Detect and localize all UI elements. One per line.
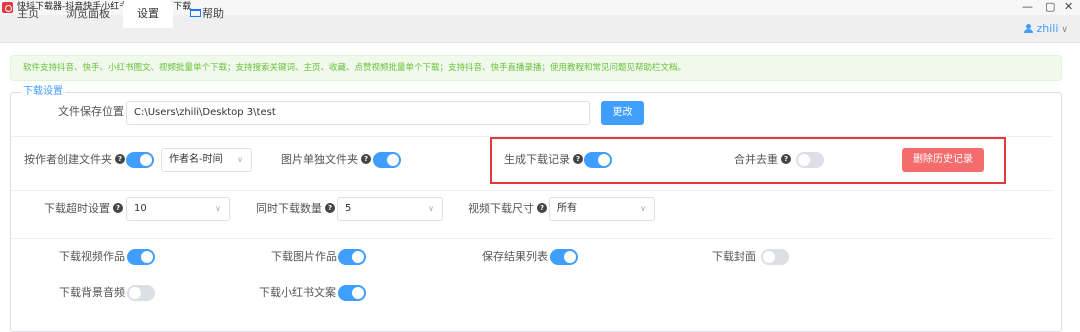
tab-help[interactable]: 帮助 [185, 0, 229, 28]
image-works-label: 下载图片作品 [271, 250, 337, 263]
tab-home[interactable]: 主页 [8, 0, 48, 28]
tab-settings[interactable]: 设置 [123, 0, 173, 28]
chevron-down-icon: ∨ [640, 204, 646, 213]
image-works-switch[interactable] [338, 249, 366, 265]
help-icon[interactable]: ? [325, 203, 335, 213]
user-menu[interactable]: zhili ∨ [1024, 15, 1068, 43]
gen-record-label: 生成下载记录? [504, 152, 583, 168]
author-folder-label: 按作者创建文件夹? [24, 152, 125, 168]
author-folder-label-text: 按作者创建文件夹 [24, 153, 112, 166]
video-size-label-text: 视频下载尺寸 [468, 202, 534, 215]
cover-switch[interactable] [761, 249, 789, 265]
concurrent-select-value: 5 [345, 203, 352, 214]
timeout-select[interactable]: 10 ∨ [126, 197, 230, 221]
xhs-text-switch[interactable] [338, 285, 366, 301]
gen-record-switch[interactable] [584, 152, 612, 168]
save-list-label: 保存结果列表 [482, 250, 548, 263]
video-size-select[interactable]: 所有 ∨ [549, 197, 655, 221]
help-icon[interactable]: ? [113, 203, 123, 213]
folder-name-select[interactable]: 作者名-时间 ∨ [161, 148, 252, 172]
help-icon[interactable]: ? [115, 154, 125, 164]
divider [11, 190, 1053, 191]
close-icon[interactable]: ✕ [1064, 1, 1073, 13]
video-size-label: 视频下载尺寸? [468, 201, 547, 217]
dedupe-label-text: 合并去重 [734, 153, 778, 166]
bg-audio-label: 下载背景音频 [59, 286, 125, 299]
dedupe-switch[interactable] [796, 152, 824, 168]
maximize-icon[interactable]: ▢ [1045, 1, 1055, 13]
video-works-switch[interactable] [127, 249, 155, 265]
tab-browse-panel[interactable]: 浏览面板 [58, 0, 118, 28]
concurrent-select[interactable]: 5 ∨ [337, 197, 443, 221]
user-icon [1024, 23, 1034, 33]
video-works-label: 下载视频作品 [59, 250, 125, 263]
book-icon [190, 9, 201, 17]
help-icon[interactable]: ? [573, 154, 583, 164]
change-path-button[interactable]: 更改 [601, 101, 644, 125]
section-title: 下载设置 [21, 86, 65, 98]
timeout-select-value: 10 [134, 203, 147, 214]
delete-history-button[interactable]: 删除历史记录 [902, 148, 984, 172]
gen-record-label-text: 生成下载记录 [504, 153, 570, 166]
image-folder-label-text: 图片单独文件夹 [281, 153, 358, 166]
help-icon[interactable]: ? [361, 154, 371, 164]
save-list-switch[interactable] [550, 249, 578, 265]
user-name: zhili [1036, 22, 1059, 35]
dedupe-label: 合并去重? [734, 152, 791, 168]
timeout-label: 下载超时设置? [44, 201, 123, 217]
chevron-down-icon: ∨ [1061, 25, 1068, 35]
image-folder-switch[interactable] [373, 152, 401, 168]
timeout-label-text: 下载超时设置 [44, 202, 110, 215]
divider [11, 238, 1053, 239]
author-folder-switch[interactable] [126, 152, 154, 168]
help-icon[interactable]: ? [537, 203, 547, 213]
concurrent-label: 同时下载数量? [256, 201, 335, 217]
bg-audio-switch[interactable] [127, 285, 155, 301]
help-icon[interactable]: ? [781, 154, 791, 164]
chevron-down-icon: ∨ [237, 155, 243, 164]
chevron-down-icon: ∨ [428, 204, 434, 213]
concurrent-label-text: 同时下载数量 [256, 202, 322, 215]
minimize-icon[interactable]: — [1022, 1, 1033, 13]
save-path-label: 文件保存位置 [58, 105, 124, 118]
folder-name-select-value: 作者名-时间 [169, 154, 223, 165]
save-path-input[interactable]: C:\Users\zhili\Desktop 3\test [126, 101, 590, 125]
chevron-down-icon: ∨ [215, 204, 221, 213]
tab-help-label: 帮助 [202, 7, 224, 20]
video-size-select-value: 所有 [557, 203, 577, 214]
notice-banner: 软件支持抖音、快手、小红书图文、视频批量单个下载；支持搜索关键词、主页、收藏、点… [10, 55, 1062, 81]
cover-label: 下载封面 [712, 250, 756, 263]
xhs-text-label: 下载小红书文案 [259, 286, 336, 299]
image-folder-label: 图片单独文件夹? [281, 152, 371, 168]
